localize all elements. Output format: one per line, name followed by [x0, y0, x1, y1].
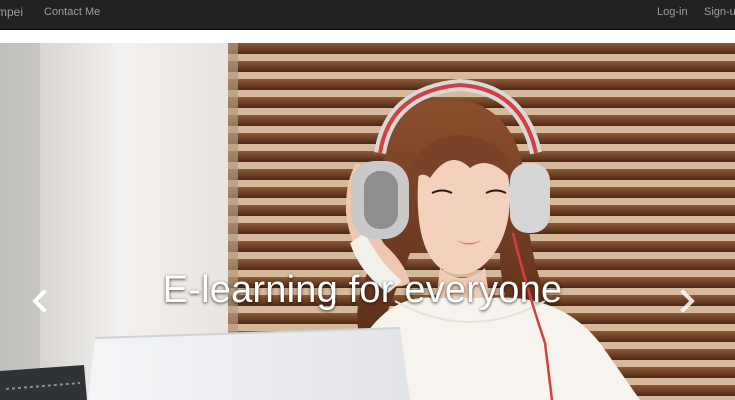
nav-link-login[interactable]: Log-in: [657, 5, 688, 19]
chevron-right-icon: [680, 289, 695, 313]
carousel-prev-button[interactable]: [25, 281, 55, 321]
hero-photo: [0, 43, 735, 400]
carousel-next-button[interactable]: [672, 281, 702, 321]
nav-link-signup[interactable]: Sign-up: [704, 5, 735, 19]
chevron-left-icon: [32, 289, 47, 313]
brand-link[interactable]: mpei: [0, 5, 23, 19]
top-navbar: mpei Contact Me Log-in Sign-up: [0, 0, 735, 30]
nav-link-contact[interactable]: Contact Me: [44, 5, 100, 19]
hero-carousel: E-learning for everyone: [0, 43, 735, 400]
carousel-caption: E-learning for everyone: [162, 269, 563, 311]
